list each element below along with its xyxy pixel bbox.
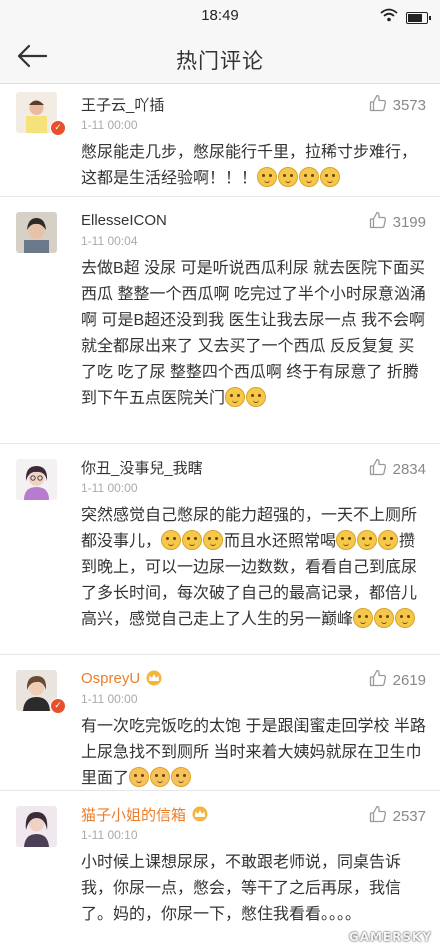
like-button[interactable]: 2834	[369, 458, 426, 481]
crown-icon	[191, 806, 209, 822]
comment-text: 去做B超 没尿 可是听说西瓜利尿 就去医院下面买西瓜 整整一个西瓜啊 吃完过了半…	[81, 260, 426, 407]
thumbs-up-icon	[369, 805, 387, 828]
comment-text: 憋尿能走几步，憋尿能行千里，拉稀寸步难行，这都是生活经验啊！！！	[81, 144, 418, 187]
thumbs-up-icon	[369, 458, 387, 481]
cat-emoji-icon	[161, 530, 182, 550]
cat-emoji-icon	[182, 530, 203, 550]
cat-emoji-icon	[395, 608, 416, 628]
comment-list[interactable]: ✓ 王子云_吖插 3573 1-11 00:00 憋尿能走几步，憋尿能行千里，拉…	[0, 84, 440, 950]
battery-icon	[406, 11, 431, 24]
like-button[interactable]: 2619	[369, 669, 426, 692]
cat-emoji-icon	[203, 530, 224, 550]
clap-emoji-icon	[171, 767, 192, 787]
username[interactable]: 猫子小姐的信箱	[81, 804, 186, 825]
cat-emoji-icon	[320, 167, 341, 187]
like-count: 3199	[392, 214, 426, 231]
thumbs-up-icon	[369, 94, 387, 117]
comment-time: 1-11 00:00	[81, 692, 138, 706]
like-count: 2834	[392, 461, 426, 478]
comment-item: EllesseICON 3199 1-11 00:04 去做B超 没尿 可是听说…	[0, 197, 440, 444]
like-button[interactable]: 3199	[369, 211, 426, 234]
cat-emoji-icon	[353, 608, 374, 628]
username[interactable]: OspreyU	[81, 670, 140, 687]
cat-emoji-icon	[336, 530, 357, 550]
cat-emoji-icon	[378, 530, 399, 550]
cat-emoji-icon	[246, 387, 267, 407]
verified-badge-icon: ✓	[50, 698, 66, 714]
comment-text: 小时候上课想尿尿，不敢跟老师说，同桌告诉我，你尿一点，憋会，等干了之后再尿，我信…	[81, 854, 402, 923]
comment-time: 1-11 00:00	[81, 118, 138, 132]
cat-emoji-icon	[278, 167, 299, 187]
status-time: 18:49	[201, 7, 239, 24]
clap-emoji-icon	[150, 767, 171, 787]
nav-bar: 热门评论	[0, 32, 440, 84]
status-bar: 18:49	[0, 0, 440, 32]
like-count: 2537	[392, 808, 426, 825]
like-button[interactable]: 3573	[369, 94, 426, 117]
cat-emoji-icon	[357, 530, 378, 550]
cat-emoji-icon	[225, 387, 246, 407]
status-icons	[380, 8, 431, 27]
thumbs-up-icon	[369, 211, 387, 234]
cat-emoji-icon	[257, 167, 278, 187]
comment-time: 1-11 00:04	[81, 234, 138, 248]
comment-time: 1-11 00:10	[81, 828, 138, 842]
clap-emoji-icon	[129, 767, 150, 787]
comment-text: 有一次吃完饭吃的太饱 于是跟闺蜜走回学校 半路上尿急找不到厕所 当时来着大姨妈就…	[81, 718, 426, 787]
page-title: 热门评论	[176, 50, 264, 73]
avatar[interactable]	[16, 212, 57, 253]
avatar[interactable]	[16, 806, 57, 847]
comment-text: 突然感觉自己憋尿的能力超强的，一天不上厕所都没事儿， 而且水还照常喝 攒到晚上，可以…	[81, 507, 418, 628]
cat-emoji-icon	[374, 608, 395, 628]
comment-item: ✓ 王子云_吖插 3573 1-11 00:00 憋尿能走几步，憋尿能行千里，拉…	[0, 84, 440, 197]
username[interactable]: 王子云_吖插	[81, 94, 164, 115]
username[interactable]: EllesseICON	[81, 212, 167, 229]
wifi-icon	[380, 8, 398, 27]
username[interactable]: 你丑_没事兒_我瞎	[81, 457, 203, 478]
thumbs-up-icon	[369, 669, 387, 692]
crown-icon	[145, 670, 163, 686]
battery-level	[408, 13, 422, 22]
watermark: GAMERSKY	[348, 930, 432, 944]
cat-emoji-icon	[299, 167, 320, 187]
comment-item: 猫子小姐的信箱 2537 1-11 00:10 小时候上课想尿尿，不敢跟老师说，…	[0, 791, 440, 950]
verified-badge-icon: ✓	[50, 120, 66, 136]
like-count: 3573	[392, 97, 426, 114]
comment-item: ✓ OspreyU 2619 1-11 00:00 有一次吃完饭吃的太饱 于是跟…	[0, 655, 440, 791]
comment-item: 你丑_没事兒_我瞎 2834 1-11 00:00 突然感觉自己憋尿的能力超强的…	[0, 444, 440, 655]
avatar[interactable]	[16, 459, 57, 500]
comment-time: 1-11 00:00	[81, 481, 138, 495]
like-button[interactable]: 2537	[369, 805, 426, 828]
like-count: 2619	[392, 672, 426, 689]
